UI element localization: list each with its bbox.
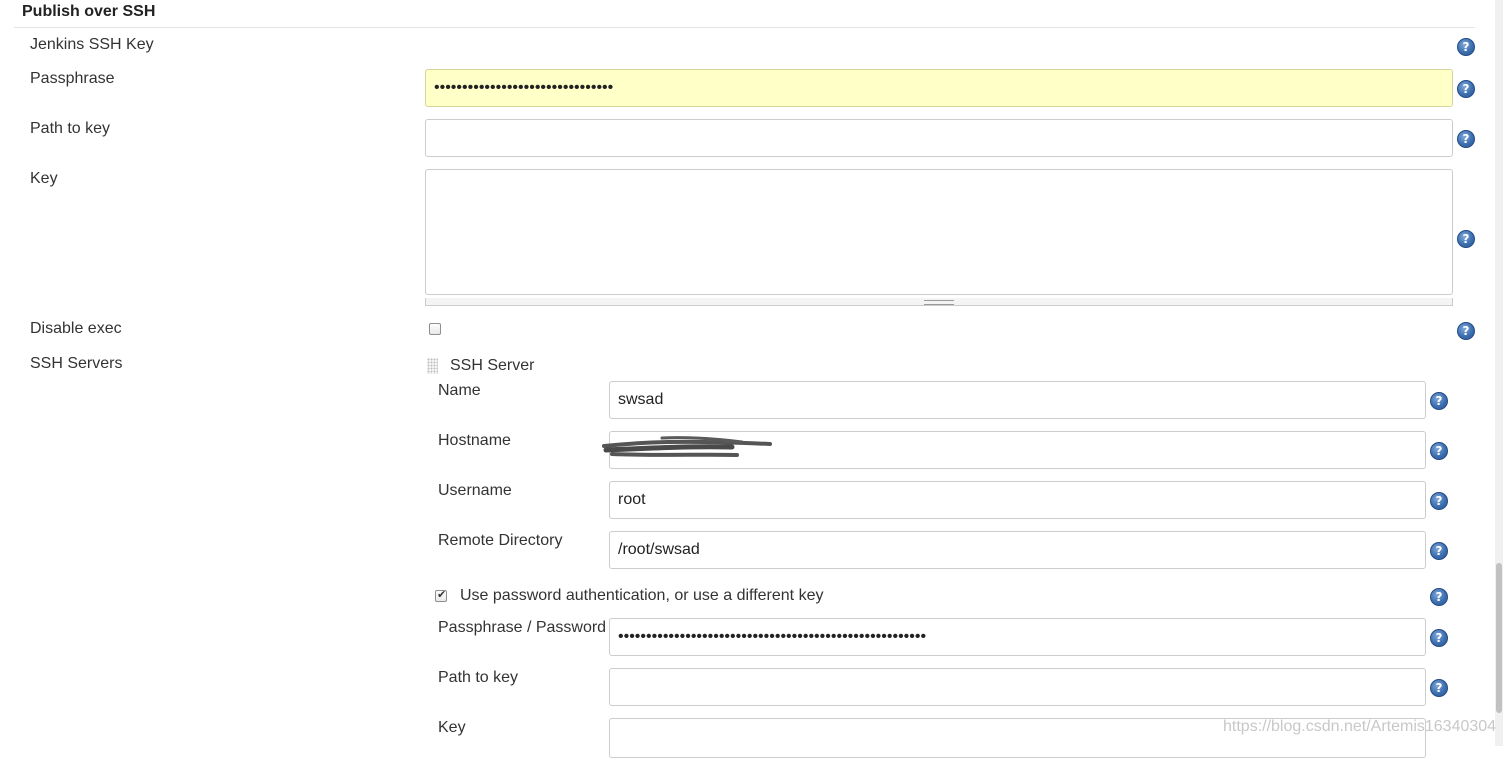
server-name-input[interactable] (609, 381, 1426, 419)
remote-directory-label: Remote Directory (438, 532, 563, 549)
server-passphrase-input[interactable] (609, 618, 1426, 656)
help-icon[interactable]: ? (1457, 230, 1475, 248)
redaction-scribble (602, 436, 772, 457)
use-password-checkbox[interactable] (435, 588, 447, 602)
username-input[interactable] (609, 481, 1426, 519)
textarea-resize-handle[interactable] (425, 298, 1453, 306)
passphrase-label: Passphrase (30, 70, 115, 87)
section-title: Publish over SSH (22, 3, 156, 20)
server-name-label: Name (438, 382, 481, 399)
key-label: Key (30, 170, 58, 187)
watermark: https://blog.csdn.net/Artemis16340304 (1223, 718, 1497, 735)
help-icon[interactable]: ? (1457, 322, 1475, 340)
server-path-to-key-label: Path to key (438, 669, 519, 686)
help-icon[interactable]: ? (1430, 629, 1448, 647)
drag-handle-icon[interactable] (427, 358, 438, 374)
help-icon[interactable]: ? (1430, 392, 1448, 410)
ssh-servers-label: SSH Servers (30, 355, 123, 372)
disable-exec-checkbox[interactable] (429, 323, 441, 335)
help-icon[interactable]: ? (1457, 130, 1475, 148)
help-icon[interactable]: ? (1457, 80, 1475, 98)
path-to-key-label: Path to key (30, 120, 111, 137)
help-icon[interactable]: ? (1430, 492, 1448, 510)
hostname-label: Hostname (438, 432, 511, 449)
section-divider (14, 27, 1475, 28)
server-key-label: Key (438, 719, 466, 736)
help-icon[interactable]: ? (1430, 442, 1448, 460)
remote-directory-input[interactable] (609, 531, 1426, 569)
use-password-label: Use password authentication, or use a di… (460, 587, 824, 604)
grip-icon (924, 300, 954, 305)
ssh-server-header: SSH Server (450, 357, 535, 374)
server-path-to-key-input[interactable] (609, 668, 1426, 706)
server-passphrase-label: Passphrase / Password (438, 619, 607, 636)
key-textarea[interactable] (425, 169, 1453, 295)
scrollbar-thumb[interactable] (1496, 563, 1502, 713)
disable-exec-label: Disable exec (30, 320, 122, 337)
username-label: Username (438, 482, 512, 499)
help-icon[interactable]: ? (1430, 679, 1448, 697)
jenkins-ssh-key-label: Jenkins SSH Key (30, 36, 154, 53)
path-to-key-input[interactable] (425, 119, 1453, 157)
help-icon[interactable]: ? (1430, 588, 1448, 606)
help-icon[interactable]: ? (1457, 38, 1475, 56)
help-icon[interactable]: ? (1430, 542, 1448, 560)
passphrase-input[interactable] (425, 69, 1453, 107)
